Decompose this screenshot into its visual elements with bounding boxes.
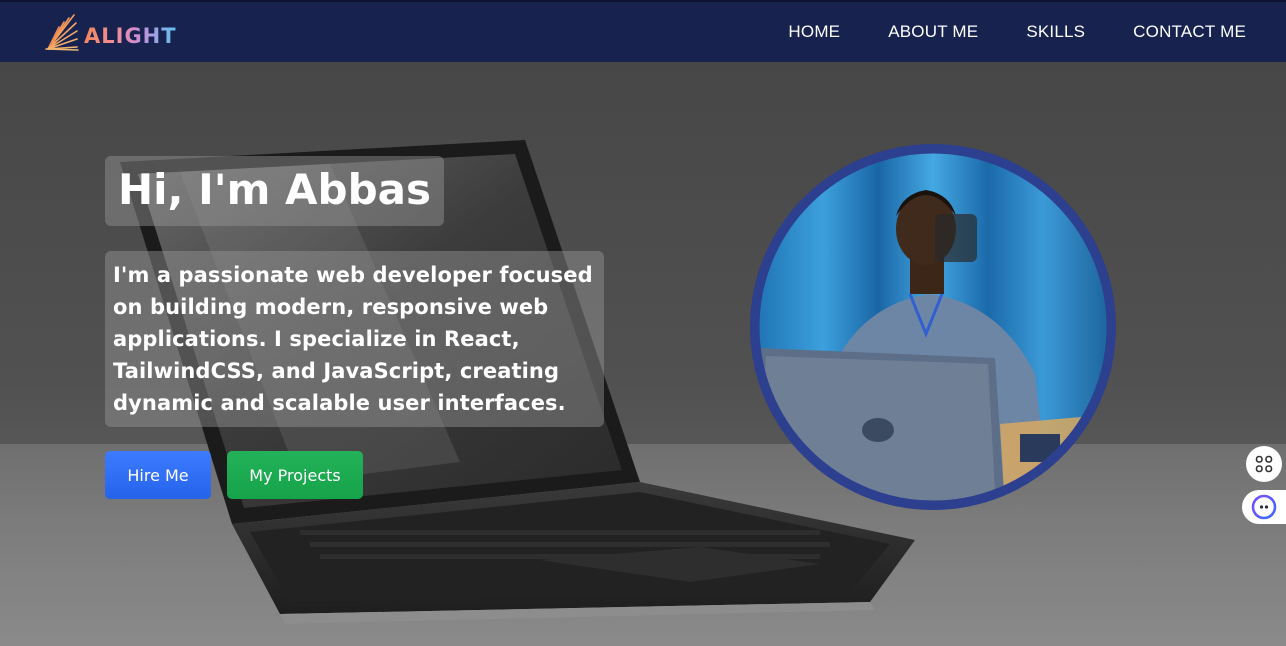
hero-title-box: Hi, I'm Abbas — [105, 156, 444, 226]
navbar: ALIGHT HOME ABOUT ME SKILLS CONTACT ME — [0, 0, 1286, 62]
apps-grid-button[interactable] — [1246, 446, 1282, 482]
apps-grid-icon — [1255, 455, 1273, 473]
hero-description-box: I'm a passionate web developer focused o… — [105, 251, 604, 427]
my-projects-button[interactable]: My Projects — [227, 451, 363, 499]
logo-text: ALIGHT — [84, 24, 177, 48]
logo-sunburst-icon — [45, 14, 79, 51]
assistant-button[interactable] — [1242, 490, 1286, 524]
nav-link-about-me[interactable]: ABOUT ME — [888, 22, 978, 42]
nav-link-contact-me[interactable]: CONTACT ME — [1133, 22, 1246, 42]
hero-section: Hi, I'm Abbas I'm a passionate web devel… — [0, 62, 1286, 646]
logo[interactable]: ALIGHT — [44, 12, 177, 54]
page: ALIGHT HOME ABOUT ME SKILLS CONTACT ME H… — [0, 0, 1286, 646]
hero-description: I'm a passionate web developer focused o… — [113, 263, 593, 415]
nav-link-skills[interactable]: SKILLS — [1026, 22, 1085, 42]
profile-illustration — [750, 144, 1116, 510]
assistant-bot-icon — [1251, 494, 1277, 520]
hero-title: Hi, I'm Abbas — [118, 165, 431, 214]
nav-links: HOME ABOUT ME SKILLS CONTACT ME — [740, 2, 1246, 62]
profile-photo — [750, 144, 1116, 510]
nav-link-home[interactable]: HOME — [788, 22, 840, 42]
hire-me-button[interactable]: Hire Me — [105, 451, 211, 499]
